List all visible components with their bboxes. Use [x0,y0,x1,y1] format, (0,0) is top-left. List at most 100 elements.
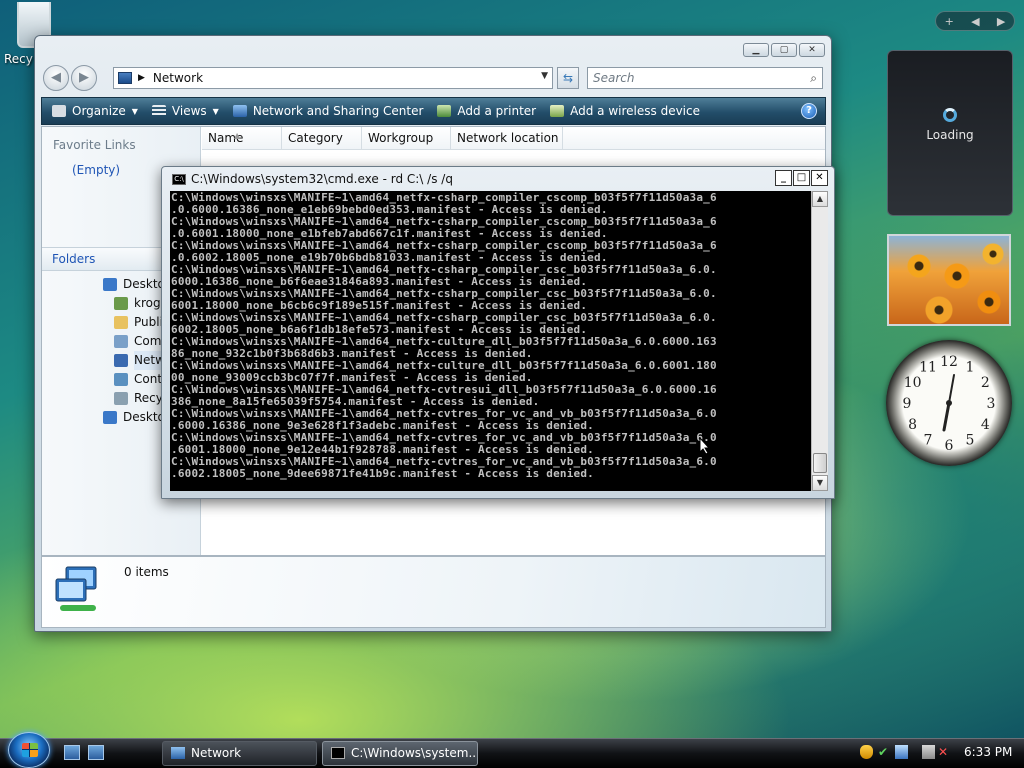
column-header-network-location[interactable]: Network location [451,127,563,150]
search-input[interactable]: Search ⌕ [587,67,823,89]
clock-numeral: 8 [908,417,917,433]
console-maximize-button[interactable]: □ [793,170,810,186]
windows-logo-icon [22,743,38,757]
column-header-category[interactable]: Category [282,127,362,150]
console-title-bar: C:\ C:\Windows\system32\cmd.exe - rd C:\… [172,172,453,186]
close-button[interactable]: ✕ [799,43,825,57]
add-wireless-device-button[interactable]: Add a wireless device [550,104,700,118]
clock-numeral: 11 [919,360,937,376]
mouse-cursor-icon [699,437,711,455]
add-wireless-label: Add a wireless device [570,104,700,118]
switch-windows-icon[interactable] [88,745,104,760]
taskbar-button-label: C:\Windows\system... [351,746,478,760]
slideshow-gadget[interactable] [887,234,1011,326]
organize-label: Organize [72,104,126,118]
network-computers-icon [55,566,97,611]
back-button[interactable]: ◀ [43,65,69,91]
clock-numeral: 4 [981,417,990,433]
address-bar[interactable]: ▶ Network ▼ [113,67,553,89]
desktop-icon [103,278,117,291]
network-sharing-icon [232,105,247,117]
console-close-button[interactable]: ✕ [811,170,828,186]
network-sharing-label: Network and Sharing Center [252,104,424,118]
check-icon[interactable]: ✔ [878,745,891,759]
console-scrollbar[interactable]: ▲ ▼ [811,191,828,491]
network-tray-icon[interactable] [922,745,935,759]
favorite-links-title: Favorite Links [53,138,136,152]
add-printer-button[interactable]: Add a printer [437,104,536,118]
console-line: .6002.18005_none_9dee69871fe41b9c.manife… [171,467,594,480]
search-icon[interactable]: ⌕ [810,68,817,88]
start-button[interactable] [8,732,50,768]
maximize-button[interactable]: ▢ [771,43,797,57]
volume-muted-icon[interactable]: ✕ [938,745,951,759]
add-gadget-button[interactable]: + [945,15,954,28]
desktop-icon [103,411,117,424]
user-folder-icon [114,297,128,310]
loading-gadget[interactable]: Loading [887,50,1013,216]
folder-icon [114,316,128,329]
clock-face: 12 12 3 45678 9 1011 [903,354,996,454]
clock-gadget[interactable]: 12 1 2 3 4 5 6 7 8 9 10 11 [886,340,1012,466]
clock-numeral: 9 [903,396,912,412]
sidebar-tray-icon[interactable] [895,745,908,759]
taskbar-button-label: Network [191,746,242,760]
cmd-icon [331,747,345,759]
column-header-label: Workgroup [368,131,434,145]
chevron-down-icon: ▼ [131,106,138,116]
taskbar-button-cmd[interactable]: C:\Windows\system... [322,741,478,766]
minimize-button[interactable]: ▁ [743,43,769,57]
clock-hour-hand [942,401,951,432]
loading-text: Loading [926,128,974,142]
wireless-device-icon [550,105,565,117]
column-header-workgroup[interactable]: Workgroup [362,127,451,150]
address-dropdown-icon[interactable]: ▼ [541,71,548,81]
forward-button[interactable]: ▶ [71,65,97,91]
taskbar-clock[interactable]: 6:33 PM [964,745,1012,759]
next-gadget-button[interactable]: ▶ [997,15,1005,28]
command-prompt-window[interactable]: C:\ C:\Windows\system32\cmd.exe - rd C:\… [161,166,835,499]
network-sharing-center-button[interactable]: Network and Sharing Center [232,104,424,118]
clock-numeral: 3 [987,396,996,412]
sidebar-controls: + ◀ ▶ [935,11,1015,31]
organize-menu[interactable]: Organize ▼ [52,104,138,118]
help-icon[interactable]: ? [801,103,817,119]
scroll-thumb[interactable] [813,453,827,473]
add-printer-label: Add a printer [457,104,537,118]
prev-gadget-button[interactable]: ◀ [971,15,979,28]
scroll-up-button[interactable]: ▲ [812,191,828,207]
cmd-icon: C:\ [172,173,186,185]
loading-spinner-icon [943,108,957,122]
console-output[interactable]: C:\Windows\winsxs\MANIFE~1\amd64_netfx-c… [170,191,811,491]
control-panel-icon [114,373,128,386]
security-shield-icon[interactable] [860,745,873,759]
clock-numeral: 1 [966,360,975,376]
column-headers: ▲ Name Category Workgroup Network locati… [202,127,825,150]
clock-minute-hand [948,374,955,404]
taskbar-button-network[interactable]: Network [162,741,317,766]
computer-icon [114,335,128,348]
views-label: Views [171,104,207,118]
network-icon [171,747,185,759]
scroll-down-button[interactable]: ▼ [812,475,828,491]
console-window-controls: _ □ ✕ [775,170,828,186]
command-bar: Organize ▼ Views ▼ Network and Sharing C… [41,97,826,125]
column-header-name[interactable]: ▲ Name [202,127,282,150]
clock-numeral: 2 [981,375,990,391]
network-icon [114,354,128,367]
address-path: Network [152,71,204,85]
refresh-button[interactable]: ⇆ [557,67,579,89]
sort-ascending-icon: ▲ [234,131,241,140]
show-desktop-icon[interactable] [64,745,80,760]
notification-area: ✔ ✕ 6:33 PM [858,741,1018,766]
console-title: C:\Windows\system32\cmd.exe - rd C:\ /s … [191,172,453,186]
column-header-label: Network location [457,131,559,145]
network-icon [118,72,132,84]
views-menu[interactable]: Views ▼ [151,104,219,118]
search-placeholder: Search [593,71,635,85]
organize-icon [52,105,66,117]
clock-numeral: 6 [945,438,954,454]
item-count: 0 items [124,565,169,579]
console-minimize-button[interactable]: _ [775,170,792,186]
printer-icon [437,105,452,117]
